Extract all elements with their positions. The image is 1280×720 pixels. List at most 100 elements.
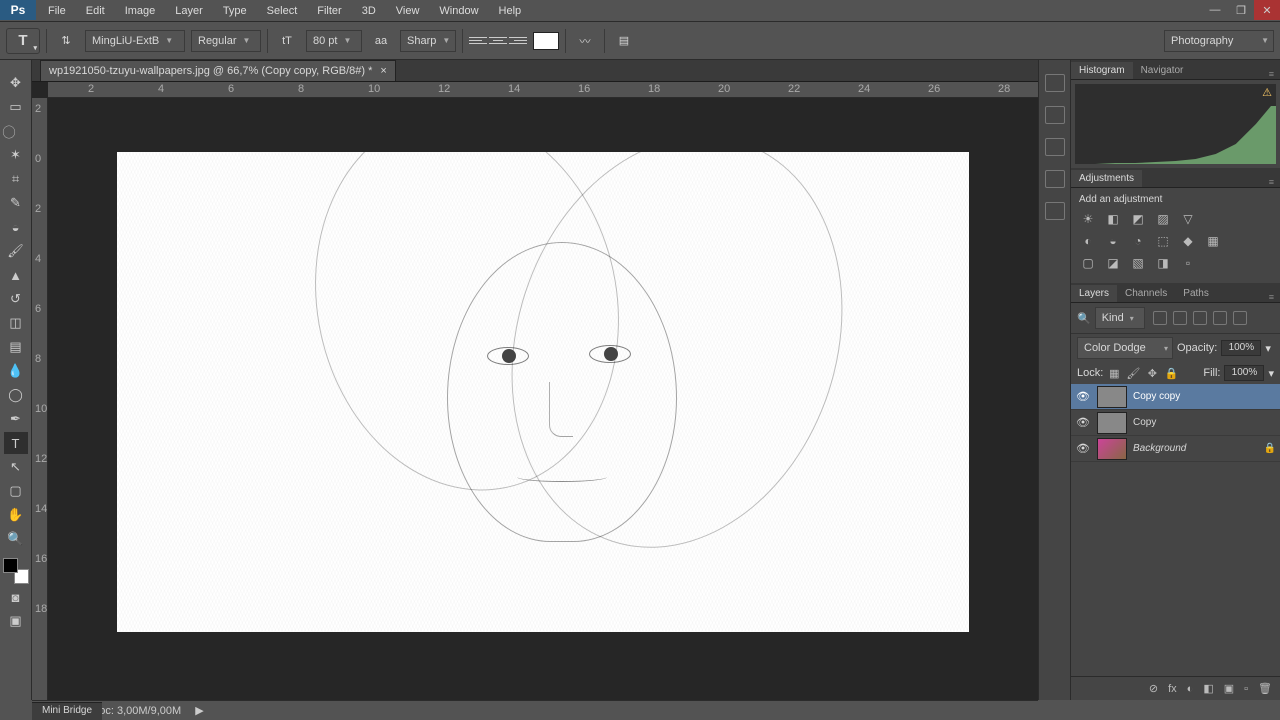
canvas-viewport[interactable] bbox=[48, 98, 1038, 686]
new-adjustment-icon[interactable]: ◧ bbox=[1203, 682, 1213, 695]
link-layers-icon[interactable]: ⊘ bbox=[1149, 682, 1158, 695]
layer-item[interactable]: 👁 Copy bbox=[1071, 410, 1280, 436]
menu-edit[interactable]: Edit bbox=[76, 3, 115, 19]
collapsed-panel-icon[interactable] bbox=[1045, 74, 1065, 92]
lock-pixels-icon[interactable]: 🖌 bbox=[1126, 366, 1140, 380]
marquee-tool-icon[interactable]: ▭ bbox=[4, 96, 28, 118]
adj-vibrance-icon[interactable]: ▽ bbox=[1179, 211, 1197, 227]
menu-help[interactable]: Help bbox=[489, 3, 532, 19]
opacity-dropdown-icon[interactable]: ▾ bbox=[1265, 342, 1271, 355]
blur-tool-icon[interactable]: 💧 bbox=[4, 360, 28, 382]
collapsed-panel-icon[interactable] bbox=[1045, 106, 1065, 124]
panel-menu-icon[interactable]: ≡ bbox=[1263, 292, 1280, 302]
ruler-horizontal[interactable]: 2 4 6 8 10 12 14 16 18 20 22 24 26 28 bbox=[48, 82, 1038, 98]
window-minimize[interactable]: — bbox=[1202, 0, 1228, 20]
pen-tool-icon[interactable]: ✒ bbox=[4, 408, 28, 430]
new-layer-icon[interactable]: ▫ bbox=[1244, 683, 1248, 695]
window-maximize[interactable]: ❐ bbox=[1228, 0, 1254, 20]
wand-tool-icon[interactable]: ✶ bbox=[4, 144, 28, 166]
tool-preset-picker[interactable]: T bbox=[6, 28, 40, 54]
lock-position-icon[interactable]: ✥ bbox=[1145, 366, 1159, 380]
menu-image[interactable]: Image bbox=[115, 3, 166, 19]
window-close[interactable]: ✕ bbox=[1254, 0, 1280, 20]
fill-dropdown-icon[interactable]: ▾ bbox=[1268, 367, 1274, 380]
doc-size[interactable]: Doc: 3,00M/9,00M bbox=[91, 705, 181, 717]
menu-file[interactable]: File bbox=[38, 3, 76, 19]
histogram-warning-icon[interactable]: ⚠ bbox=[1262, 86, 1272, 99]
collapsed-panel-icon[interactable] bbox=[1045, 202, 1065, 220]
align-right-icon[interactable] bbox=[509, 32, 527, 50]
adj-brightness-icon[interactable]: ☀ bbox=[1079, 211, 1097, 227]
path-select-icon[interactable]: ↖ bbox=[4, 456, 28, 478]
stamp-tool-icon[interactable]: ▲ bbox=[4, 264, 28, 286]
shape-tool-icon[interactable]: ▢ bbox=[4, 480, 28, 502]
new-group-icon[interactable]: ▣ bbox=[1224, 682, 1234, 695]
warp-text-icon[interactable]: 〰 bbox=[572, 30, 598, 52]
ruler-vertical[interactable]: 2 0 2 4 6 8 10 12 14 16 18 bbox=[32, 98, 48, 700]
tab-paths[interactable]: Paths bbox=[1175, 285, 1217, 302]
panel-menu-icon[interactable]: ≡ bbox=[1263, 69, 1280, 79]
layer-thumbnail[interactable] bbox=[1097, 412, 1127, 434]
zoom-tool-icon[interactable]: 🔍 bbox=[4, 528, 28, 550]
antialias-select[interactable]: Sharp▼ bbox=[400, 30, 456, 52]
adj-selcolor-icon[interactable]: ▫ bbox=[1179, 255, 1197, 271]
menu-3d[interactable]: 3D bbox=[352, 3, 386, 19]
history-brush-icon[interactable]: ↺ bbox=[4, 288, 28, 310]
panel-menu-icon[interactable]: ≡ bbox=[1263, 177, 1280, 187]
filter-shape-icon[interactable] bbox=[1213, 311, 1227, 325]
eyedropper-tool-icon[interactable]: ✎ bbox=[4, 192, 28, 214]
adj-curves-icon[interactable]: ◩ bbox=[1129, 211, 1147, 227]
filter-adjust-icon[interactable] bbox=[1173, 311, 1187, 325]
adj-gradmap-icon[interactable]: ◨ bbox=[1154, 255, 1172, 271]
text-color-swatch[interactable] bbox=[533, 32, 559, 50]
lasso-tool-icon[interactable]: ⃝ bbox=[4, 120, 28, 142]
layer-name[interactable]: Background bbox=[1133, 443, 1186, 454]
type-tool-icon[interactable]: T bbox=[4, 432, 28, 454]
layer-item[interactable]: 👁 Background 🔒 bbox=[1071, 436, 1280, 462]
lock-trans-icon[interactable]: ▦ bbox=[1107, 366, 1121, 380]
adj-invert-icon[interactable]: ▢ bbox=[1079, 255, 1097, 271]
adj-exposure-icon[interactable]: ▨ bbox=[1154, 211, 1172, 227]
visibility-icon[interactable]: 👁 bbox=[1075, 442, 1091, 455]
gradient-tool-icon[interactable]: ▤ bbox=[4, 336, 28, 358]
hand-tool-icon[interactable]: ✋ bbox=[4, 504, 28, 526]
crop-tool-icon[interactable]: ⌗ bbox=[4, 168, 28, 190]
adj-thresh-icon[interactable]: ▧ bbox=[1129, 255, 1147, 271]
quickmask-icon[interactable]: ◙ bbox=[4, 586, 28, 608]
menu-filter[interactable]: Filter bbox=[307, 3, 351, 19]
adj-levels-icon[interactable]: ◧ bbox=[1104, 211, 1122, 227]
font-size-select[interactable]: 80 pt▼ bbox=[306, 30, 362, 52]
layer-thumbnail[interactable] bbox=[1097, 438, 1127, 460]
fill-input[interactable]: 100% bbox=[1224, 365, 1264, 381]
status-arrow-icon[interactable]: ▶ bbox=[195, 704, 203, 717]
visibility-icon[interactable]: 👁 bbox=[1075, 390, 1091, 403]
layer-filter-select[interactable]: Kind▾ bbox=[1095, 307, 1145, 329]
text-orientation-icon[interactable]: ⇅ bbox=[53, 30, 79, 52]
menu-type[interactable]: Type bbox=[213, 3, 257, 19]
filter-smart-icon[interactable] bbox=[1233, 311, 1247, 325]
layer-thumbnail[interactable] bbox=[1097, 386, 1127, 408]
healing-tool-icon[interactable]: ◒ bbox=[4, 216, 28, 238]
font-family-select[interactable]: MingLiU-ExtB▼ bbox=[85, 30, 185, 52]
adj-photo-icon[interactable]: ⬚ bbox=[1154, 233, 1172, 249]
screenmode-icon[interactable]: ▣ bbox=[4, 610, 28, 632]
brush-tool-icon[interactable]: 🖌 bbox=[4, 240, 28, 262]
adj-colorbal-icon[interactable]: ◒ bbox=[1104, 233, 1122, 249]
menu-view[interactable]: View bbox=[386, 3, 430, 19]
document-tab[interactable]: wp1921050-tzuyu-wallpapers.jpg @ 66,7% (… bbox=[40, 60, 396, 81]
workspace-switcher[interactable]: Photography▼ bbox=[1164, 30, 1274, 52]
filter-type-icon[interactable] bbox=[1193, 311, 1207, 325]
align-left-icon[interactable] bbox=[469, 32, 487, 50]
layer-mask-icon[interactable]: ◐ bbox=[1187, 683, 1194, 695]
delete-layer-icon[interactable]: 🗑 bbox=[1258, 682, 1272, 695]
visibility-icon[interactable]: 👁 bbox=[1075, 416, 1091, 429]
collapsed-panel-icon[interactable] bbox=[1045, 138, 1065, 156]
fg-bg-colors[interactable] bbox=[3, 558, 29, 584]
tab-adjustments[interactable]: Adjustments bbox=[1071, 170, 1142, 187]
menu-window[interactable]: Window bbox=[429, 3, 488, 19]
adj-bw-icon[interactable]: ◔ bbox=[1129, 233, 1147, 249]
search-icon[interactable]: 🔍 bbox=[1077, 312, 1091, 325]
adj-lookup-icon[interactable]: ▦ bbox=[1204, 233, 1222, 249]
menu-layer[interactable]: Layer bbox=[165, 3, 213, 19]
font-style-select[interactable]: Regular▼ bbox=[191, 30, 261, 52]
